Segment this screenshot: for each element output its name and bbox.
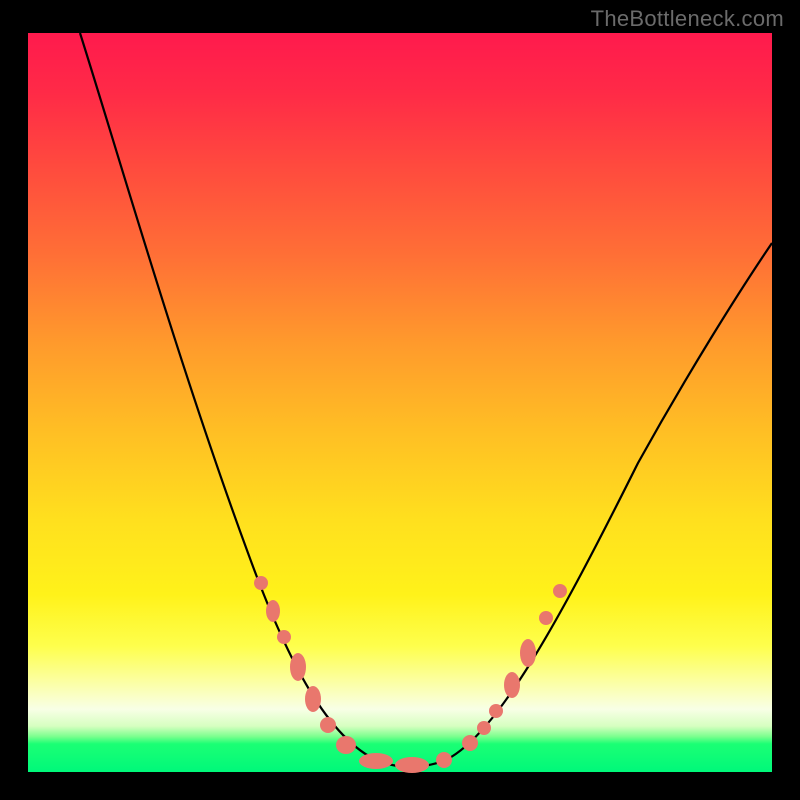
chart-frame: TheBottleneck.com <box>0 0 800 800</box>
right-cluster <box>462 584 567 751</box>
bottleneck-curve <box>80 33 772 767</box>
chart-svg <box>28 33 772 772</box>
plot-area <box>28 33 772 772</box>
left-cluster <box>254 576 452 773</box>
watermark-text: TheBottleneck.com <box>591 6 784 32</box>
